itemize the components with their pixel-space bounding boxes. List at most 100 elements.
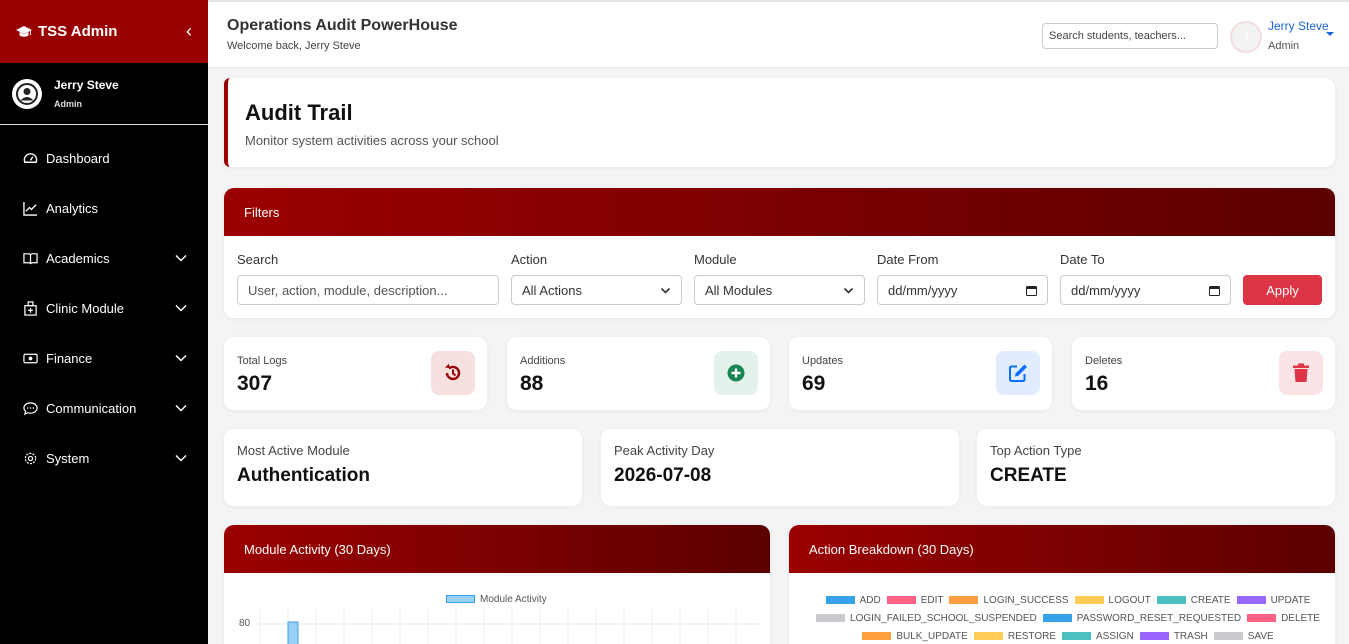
page-subtitle: Monitor system activities across your sc… xyxy=(245,133,499,148)
search-filter-input[interactable] xyxy=(237,275,499,305)
sidebar-item-dashboard[interactable]: Dashboard xyxy=(0,133,208,183)
legend-item[interactable]: BULK_UPDATE xyxy=(862,628,968,644)
legend-label: PASSWORD_RESET_REQUESTED xyxy=(1076,613,1242,624)
legend-item[interactable]: LOGOUT xyxy=(1074,592,1151,610)
legend-label: CREATE xyxy=(1190,595,1231,606)
apply-button[interactable]: Apply xyxy=(1243,275,1322,305)
legend-swatch xyxy=(886,596,916,605)
stat-card-updates: Updates 69 xyxy=(789,337,1052,410)
chevron-down-icon xyxy=(660,287,671,294)
sidebar-user-name: Jerry Steve xyxy=(54,78,119,92)
avatar[interactable]: J xyxy=(1230,21,1262,53)
sidebar-item-label: Clinic Module xyxy=(46,300,125,316)
legend-swatch xyxy=(1236,596,1266,605)
legend-item[interactable]: UPDATE xyxy=(1236,592,1311,610)
stat-value: 307 xyxy=(237,372,273,395)
legend-item[interactable]: DELETE xyxy=(1247,610,1320,628)
gauge-icon xyxy=(22,150,38,166)
welcome-text: Welcome back, Jerry Steve xyxy=(227,40,361,52)
legend-label: LOGIN_FAILED_SCHOOL_SUSPENDED xyxy=(850,613,1037,624)
filters-heading: Filters xyxy=(224,188,1335,236)
legend-label: UPDATE xyxy=(1270,595,1311,606)
legend-swatch xyxy=(1074,596,1104,605)
legend-item[interactable]: SAVE xyxy=(1213,628,1274,644)
date-from-value: dd/mm/yyyy xyxy=(888,282,958,298)
sidebar-item-label: System xyxy=(46,450,90,466)
sidebar-brand: TSS Admin ‹ xyxy=(0,0,208,63)
legend-label: ADD xyxy=(859,595,881,606)
y-tick-label: 80 xyxy=(239,618,251,629)
caret-down-icon[interactable] xyxy=(1326,31,1334,37)
chevron-down-icon xyxy=(175,254,187,262)
page-header: Audit Trail Monitor system activities ac… xyxy=(224,78,1335,167)
stat-value: 88 xyxy=(520,372,544,395)
graduation-cap-icon xyxy=(16,25,32,37)
legend-swatch xyxy=(1062,632,1092,641)
action-select[interactable]: All Actions xyxy=(511,275,682,305)
legend-item[interactable]: RESTORE xyxy=(973,628,1057,644)
date-to-input[interactable]: dd/mm/yyyy xyxy=(1060,275,1231,305)
stat-card-additions: Additions 88 xyxy=(507,337,770,410)
calendar-icon[interactable] xyxy=(1026,285,1037,296)
date-to-label: Date To xyxy=(1060,252,1105,267)
sidebar-item-system[interactable]: System xyxy=(0,433,208,483)
date-to-value: dd/mm/yyyy xyxy=(1071,282,1141,298)
gear-icon xyxy=(22,450,38,466)
legend-label: Module Activity xyxy=(480,594,547,605)
stat-label: Deletes xyxy=(1085,355,1123,367)
legend-label: RESTORE xyxy=(1007,631,1057,642)
chevron-down-icon xyxy=(175,354,187,362)
user-avatar-icon xyxy=(12,78,42,109)
legend-label: EDIT xyxy=(920,595,944,606)
date-from-label: Date From xyxy=(877,252,939,267)
sidebar-item-academics[interactable]: Academics xyxy=(0,233,208,283)
sidebar-item-label: Dashboard xyxy=(46,150,110,166)
legend-item[interactable]: LOGIN_FAILED_SCHOOL_SUSPENDED xyxy=(816,610,1037,628)
action-breakdown-legend: ADD EDIT LOGIN_SUCCESS LOGOUT CREATE UPDATE LO… xyxy=(811,592,1331,644)
insight-label: Most Active Module xyxy=(237,443,350,458)
legend-item[interactable]: ASSIGN xyxy=(1062,628,1134,644)
date-from-input[interactable]: dd/mm/yyyy xyxy=(877,275,1048,305)
legend-swatch xyxy=(1247,614,1277,623)
sidebar-item-clinic-module[interactable]: Clinic Module xyxy=(0,283,208,333)
sidebar-item-finance[interactable]: Finance xyxy=(0,333,208,383)
insight-value: Authentication xyxy=(237,465,370,486)
legend-swatch xyxy=(816,614,846,623)
legend-item[interactable]: CREATE xyxy=(1156,592,1231,610)
plus-circle-icon xyxy=(714,351,758,395)
legend-item[interactable]: ADD xyxy=(825,592,881,610)
chevron-down-icon xyxy=(175,404,187,412)
chart-legend: Module Activity xyxy=(446,594,547,605)
legend-swatch xyxy=(973,632,1003,641)
stat-card-deletes: Deletes 16 xyxy=(1072,337,1335,410)
history-icon xyxy=(431,351,475,395)
brand-name: TSS Admin xyxy=(38,23,118,40)
legend-item[interactable]: LOGIN_SUCCESS xyxy=(949,592,1069,610)
global-search-input[interactable] xyxy=(1042,23,1218,49)
legend-item[interactable]: TRASH xyxy=(1139,628,1208,644)
module-select[interactable]: All Modules xyxy=(694,275,865,305)
action-breakdown-title: Action Breakdown (30 Days) xyxy=(789,525,1335,573)
legend-item[interactable]: EDIT xyxy=(886,592,944,610)
calendar-icon[interactable] xyxy=(1209,285,1220,296)
chevron-down-icon xyxy=(175,304,187,312)
chat-icon xyxy=(22,400,38,416)
action-filter-label: Action xyxy=(511,252,548,267)
search-filter-label: Search xyxy=(237,252,279,267)
sidebar-item-communication[interactable]: Communication xyxy=(0,383,208,433)
chart-line-icon xyxy=(22,200,38,216)
legend-item[interactable]: PASSWORD_RESET_REQUESTED xyxy=(1042,610,1242,628)
module-activity-card: Module Activity (30 Days) Module Activit… xyxy=(224,525,770,644)
sidebar: TSS Admin ‹ Jerry Steve Admin Dashboard … xyxy=(0,0,208,644)
sidebar-item-analytics[interactable]: Analytics xyxy=(0,183,208,233)
money-icon xyxy=(22,350,38,366)
action-select-value: All Actions xyxy=(522,282,582,298)
legend-label: TRASH xyxy=(1173,631,1208,642)
module-activity-plot xyxy=(258,607,758,644)
collapse-sidebar-icon[interactable]: ‹ xyxy=(186,21,192,42)
legend-label: BULK_UPDATE xyxy=(896,631,968,642)
topbar-user-name[interactable]: Jerry Steve xyxy=(1268,19,1329,33)
insight-most-active-module: Most Active Module Authentication xyxy=(224,429,582,506)
stat-label: Total Logs xyxy=(237,355,288,367)
legend-swatch xyxy=(862,632,892,641)
